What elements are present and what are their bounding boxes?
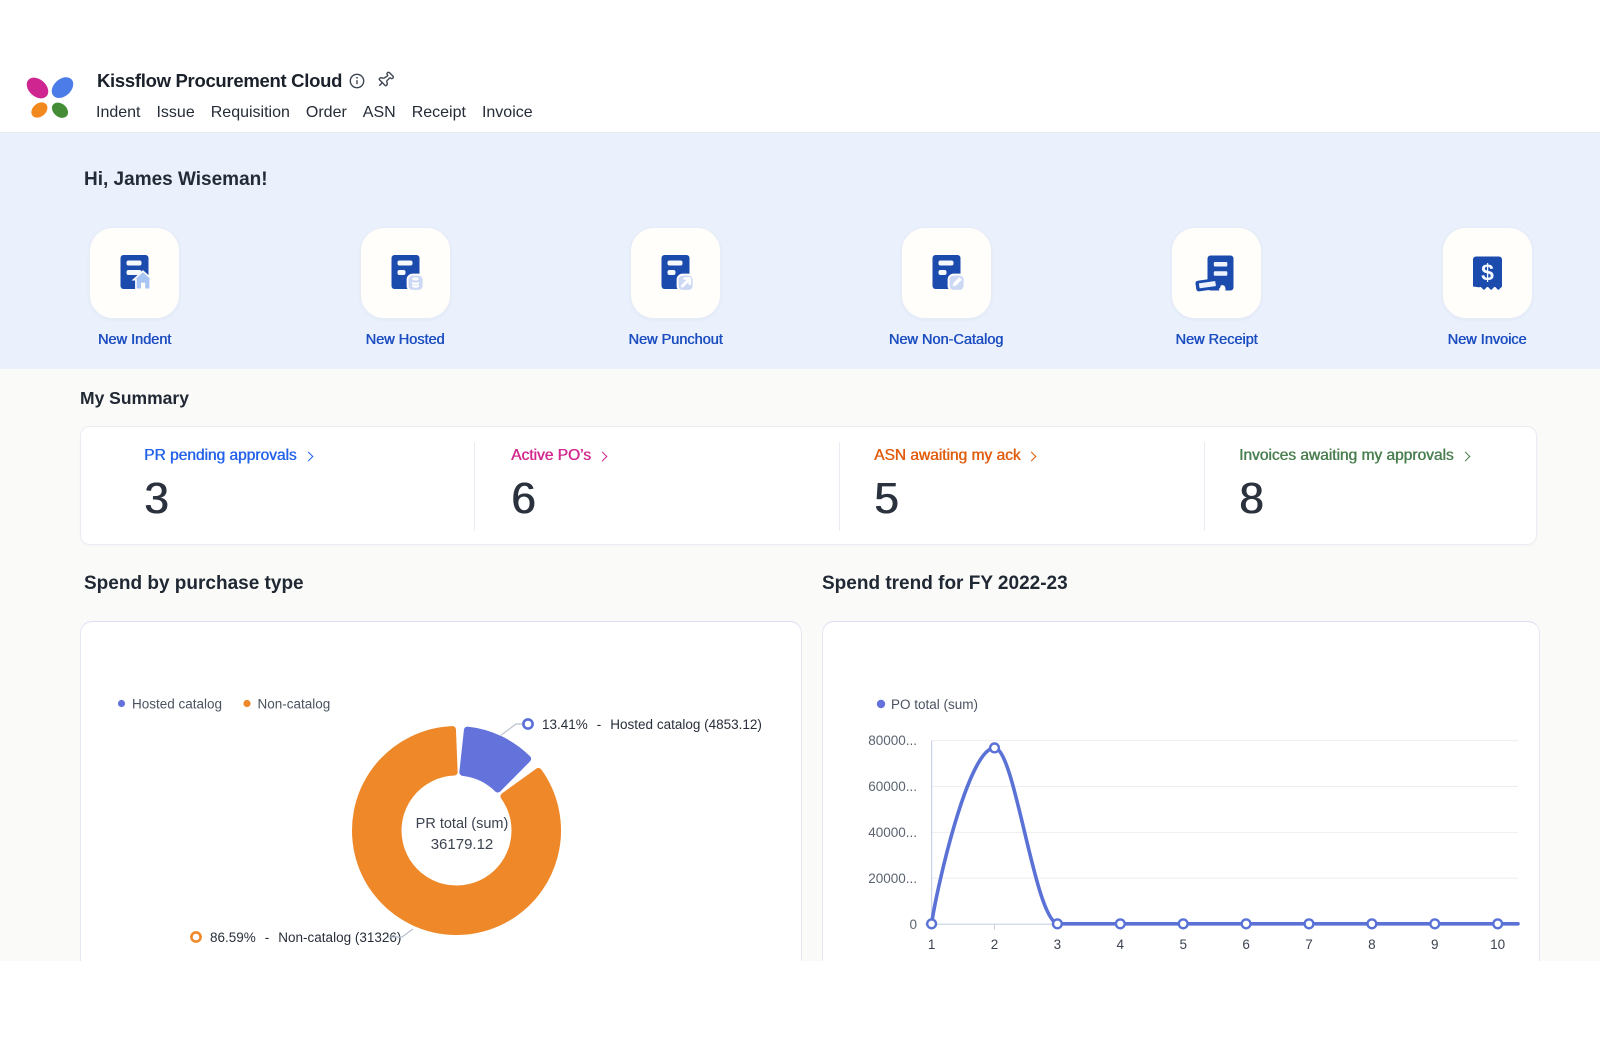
svg-text:80000...: 80000... <box>868 733 917 748</box>
svg-text:7: 7 <box>1305 937 1313 952</box>
svg-text:60000...: 60000... <box>868 779 917 794</box>
svg-text:10: 10 <box>1490 937 1505 952</box>
svg-text:6: 6 <box>1242 937 1250 952</box>
svg-text:9: 9 <box>1431 937 1439 952</box>
svg-text:0: 0 <box>909 917 917 932</box>
svg-text:36179.12: 36179.12 <box>431 836 494 853</box>
svg-text:$: $ <box>1481 260 1494 286</box>
svg-text:86.59% - Non-catalog (31326): 86.59% - Non-catalog (31326) <box>210 930 401 945</box>
svg-text:PR total (sum): PR total (sum) <box>416 816 509 832</box>
svg-text:3: 3 <box>1054 937 1062 952</box>
svg-text:40000...: 40000... <box>868 825 917 840</box>
svg-text:8: 8 <box>1368 937 1376 952</box>
svg-text:4: 4 <box>1117 937 1125 952</box>
svg-text:5: 5 <box>1179 937 1187 952</box>
svg-text:20000...: 20000... <box>868 871 917 886</box>
svg-text:Non-catalog: Non-catalog <box>258 697 331 712</box>
svg-text:1: 1 <box>928 937 936 952</box>
svg-text:2: 2 <box>991 937 999 952</box>
svg-text:PO total (sum): PO total (sum) <box>891 697 978 712</box>
svg-text:13.41% - Hosted catalog (485: 13.41% - Hosted catalog (4853.12) <box>542 717 762 732</box>
svg-text:Hosted catalog: Hosted catalog <box>132 697 222 712</box>
